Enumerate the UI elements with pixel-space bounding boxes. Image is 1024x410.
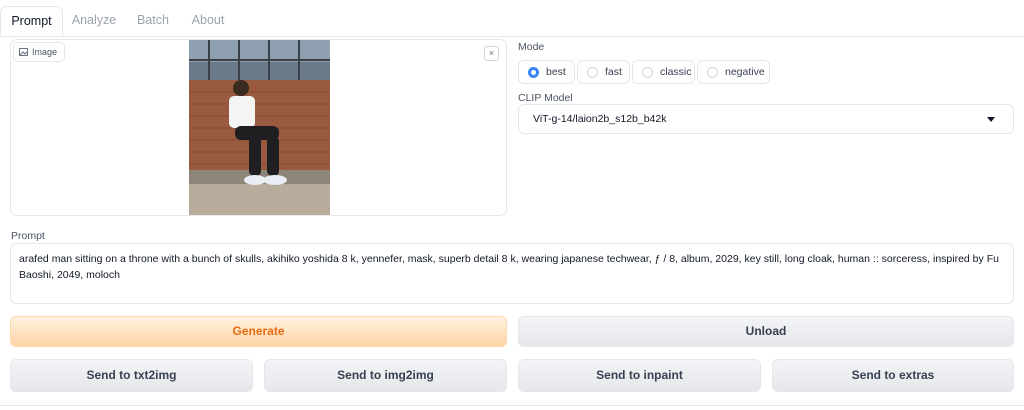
chevron-down-icon bbox=[987, 117, 995, 122]
bottom-divider bbox=[0, 405, 1024, 406]
image-icon bbox=[19, 48, 28, 56]
tab-bar: Prompt Analyze Batch About bbox=[0, 0, 1024, 37]
radio-dot-checked bbox=[528, 66, 539, 78]
send-to-img2img-button[interactable]: Send to img2img bbox=[264, 359, 507, 392]
mode-option-classic[interactable]: classic bbox=[632, 60, 695, 84]
tab-prompt[interactable]: Prompt bbox=[0, 6, 63, 36]
clip-model-dropdown[interactable]: ViT-g-14/laion2b_s12b_b42k bbox=[518, 104, 1014, 134]
mode-option-negative[interactable]: negative bbox=[697, 60, 770, 84]
generate-button[interactable]: Generate bbox=[10, 316, 507, 347]
mode-option-label: negative bbox=[725, 66, 765, 78]
image-label-text: Image bbox=[32, 47, 58, 57]
clear-image-button[interactable]: × bbox=[484, 46, 499, 61]
tab-batch[interactable]: Batch bbox=[126, 6, 180, 36]
mode-option-best[interactable]: best bbox=[518, 60, 575, 84]
uploaded-photo bbox=[189, 40, 330, 215]
radio-dot bbox=[642, 66, 653, 78]
unload-button[interactable]: Unload bbox=[518, 316, 1014, 347]
mode-label: Mode bbox=[518, 41, 545, 53]
send-to-inpaint-button[interactable]: Send to inpaint bbox=[518, 359, 761, 392]
mode-option-label: fast bbox=[605, 66, 622, 78]
image-upload-panel[interactable]: Image × bbox=[10, 39, 507, 216]
prompt-output-textarea[interactable]: arafed man sitting on a throne with a bu… bbox=[10, 243, 1014, 304]
prompt-label: Prompt bbox=[11, 230, 45, 242]
send-to-extras-button[interactable]: Send to extras bbox=[772, 359, 1014, 392]
clip-model-label: CLIP Model bbox=[518, 92, 573, 104]
mode-option-label: classic bbox=[660, 66, 692, 78]
mode-option-label: best bbox=[546, 66, 566, 78]
radio-dot bbox=[707, 66, 718, 78]
radio-dot bbox=[587, 66, 598, 78]
image-label: Image bbox=[13, 42, 66, 62]
send-to-txt2img-button[interactable]: Send to txt2img bbox=[10, 359, 253, 392]
tab-about[interactable]: About bbox=[182, 6, 234, 36]
mode-option-fast[interactable]: fast bbox=[577, 60, 630, 84]
tab-analyze[interactable]: Analyze bbox=[64, 6, 124, 36]
tab-divider bbox=[0, 36, 1024, 37]
clip-model-value: ViT-g-14/laion2b_s12b_b42k bbox=[533, 113, 667, 125]
